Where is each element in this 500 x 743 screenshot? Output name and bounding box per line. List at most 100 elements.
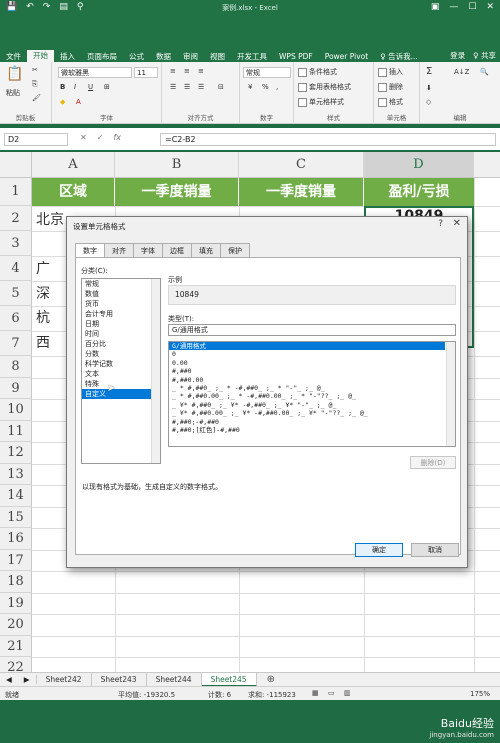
formula-input[interactable]: =C2-B2 [160, 133, 496, 146]
font-color-icon[interactable]: A [76, 98, 81, 106]
align-top-icon[interactable]: ≡ [170, 67, 176, 75]
cell-a[interactable]: 西 [36, 332, 50, 352]
type-item[interactable]: #,##0;-#,##0 [169, 418, 445, 426]
type-scrollbar[interactable] [446, 342, 455, 446]
ribbon-tab[interactable]: 插入 [54, 51, 81, 62]
header-cell-profit-loss[interactable]: 盈利/亏损 [364, 178, 474, 206]
fill-color-icon[interactable]: ◆ [60, 98, 65, 106]
dialog-tab[interactable]: 字体 [133, 243, 163, 258]
insert-button[interactable]: 插入 [378, 67, 403, 77]
category-scrollbar[interactable] [151, 279, 160, 463]
align-center-icon[interactable]: ☰ [184, 83, 190, 91]
row-header[interactable]: 13 [0, 463, 32, 485]
sheet-tab[interactable]: Sheet244 [147, 672, 202, 687]
select-all-corner[interactable] [0, 152, 32, 178]
row-header[interactable]: 10 [0, 399, 32, 421]
page-break-icon[interactable]: ▥ [344, 689, 351, 697]
column-header-d[interactable]: D [364, 152, 474, 178]
ribbon-tab[interactable]: 数据 [150, 51, 177, 62]
type-item[interactable]: #,##0;[红色]-#,##0 [169, 426, 445, 434]
ribbon-tab[interactable]: 审阅 [177, 51, 204, 62]
format-painter-icon[interactable]: 🖌 [32, 94, 41, 102]
cell-a[interactable]: 杭 [36, 307, 50, 327]
merge-icon[interactable]: ⊟ [218, 83, 224, 91]
category-item[interactable]: 时间 [82, 329, 152, 339]
ribbon-tab[interactable]: WPS PDF [273, 52, 319, 61]
maximize-icon[interactable]: ☐ [468, 2, 476, 12]
conditional-format-button[interactable]: 条件格式 [298, 67, 337, 77]
dialog-tab[interactable]: 保护 [220, 243, 250, 258]
copy-icon[interactable]: ⎘ [32, 80, 38, 89]
type-item[interactable]: _ ¥* #,##0.00_ ;_ ¥* -#,##0.00_ ;_ ¥* "-… [169, 409, 445, 417]
type-item[interactable]: G/通用格式 [169, 342, 445, 351]
enter-formula-icon[interactable]: ✓ [97, 133, 104, 142]
row-header[interactable]: 19 [0, 592, 32, 614]
ribbon-options-icon[interactable]: ▣ [431, 2, 440, 12]
row-header[interactable]: 15 [0, 506, 32, 528]
category-item[interactable]: 货币 [82, 299, 152, 309]
underline-button[interactable]: U [88, 83, 93, 91]
row-header[interactable]: 6 [0, 306, 32, 331]
sheet-tab[interactable]: Sheet243 [92, 672, 147, 687]
cancel-button[interactable]: 取消 [411, 543, 459, 557]
row-header[interactable]: 16 [0, 528, 32, 550]
type-item[interactable]: _ * #,##0_ ;_ * -#,##0_ ;_ * "-"_ ;_ @_ [169, 384, 445, 392]
cancel-formula-icon[interactable]: ✕ [80, 133, 87, 142]
number-format-select[interactable]: 常规 [243, 67, 291, 78]
align-middle-icon[interactable]: ≡ [184, 67, 190, 75]
sort-filter-button[interactable]: A↓Z [454, 68, 469, 76]
header-cell-q1-sales-c[interactable]: 一季度销量 [239, 178, 364, 206]
cell-a[interactable]: 深 [36, 283, 50, 303]
type-input[interactable]: G/通用格式 [168, 324, 456, 336]
bold-button[interactable]: B [60, 83, 65, 91]
ribbon-tab[interactable]: 页面布局 [81, 51, 123, 62]
row-header[interactable]: 9 [0, 377, 32, 399]
autosum-button[interactable]: Σ [426, 66, 432, 77]
ribbon-tab[interactable]: 开发工具 [231, 51, 273, 62]
row-header[interactable]: 2 [0, 206, 32, 231]
scroll-left-icon[interactable]: ◀ [0, 675, 18, 684]
minimize-icon[interactable]: — [449, 2, 458, 12]
type-item[interactable]: 0.00 [169, 359, 445, 367]
row-header[interactable]: 21 [0, 635, 32, 657]
ribbon-tab[interactable]: Power Pivot [319, 52, 374, 61]
row-header[interactable]: 12 [0, 442, 32, 464]
ribbon-tab[interactable]: ♀ 告诉我... [374, 51, 424, 62]
dialog-tab[interactable]: 数字 [75, 243, 105, 258]
percent-button[interactable]: % [262, 83, 269, 91]
dialog-close-button[interactable]: ✕ [453, 218, 461, 229]
category-list[interactable]: 常规 数值 货币 会计专用 日期 时间 百分比 分数 科学记数 文本 特殊 自定义 [81, 278, 161, 464]
ribbon-tab[interactable]: 视图 [204, 51, 231, 62]
category-item[interactable]: 日期 [82, 319, 152, 329]
type-list[interactable]: G/通用格式 0 0.00 #,##0 #,##0.00 _ * #,##0_ ;_ * … [168, 341, 456, 447]
category-item[interactable]: 特殊 [82, 379, 152, 389]
type-item[interactable]: _ ¥* #,##0_ ;_ ¥* -#,##0_ ;_ ¥* "-"_ ;_ … [169, 401, 445, 409]
cell-style-button[interactable]: 单元格样式 [298, 97, 344, 107]
insert-function-icon[interactable]: fx [113, 133, 121, 142]
header-cell-q1-sales-b[interactable]: 一季度销量 [115, 178, 239, 206]
italic-button[interactable]: I [74, 83, 76, 91]
row-header[interactable]: 3 [0, 231, 32, 256]
row-header[interactable]: 18 [0, 571, 32, 593]
row-header[interactable]: 11 [0, 420, 32, 442]
row-header[interactable]: 5 [0, 281, 32, 306]
cell-a[interactable]: 广 [36, 258, 50, 278]
share-button[interactable]: ♀ 共享 [473, 50, 496, 61]
category-item[interactable]: 常规 [82, 279, 152, 289]
clear-icon[interactable]: ◇ [426, 98, 431, 106]
border-icon[interactable]: ⊞ [104, 83, 110, 91]
fill-icon[interactable]: ⬇ [426, 84, 432, 92]
sheet-tab-active[interactable]: Sheet245 [201, 672, 257, 687]
type-item[interactable]: 0 [169, 350, 445, 358]
type-item[interactable]: _ * #,##0.00_ ;_ * -#,##0.00_ ;_ * "-"??… [169, 392, 445, 400]
paste-icon[interactable]: 📋 [6, 66, 23, 82]
column-header-c[interactable]: C [239, 152, 364, 178]
category-item[interactable]: 百分比 [82, 339, 152, 349]
cut-icon[interactable]: ✂ [32, 66, 38, 74]
help-button[interactable]: ? [438, 219, 443, 229]
align-bottom-icon[interactable]: ≡ [198, 67, 204, 75]
column-header-b[interactable]: B [115, 152, 239, 178]
delete-format-button[interactable]: 删除(D) [410, 456, 456, 469]
category-item[interactable]: 会计专用 [82, 309, 152, 319]
row-header[interactable]: 7 [0, 331, 32, 356]
